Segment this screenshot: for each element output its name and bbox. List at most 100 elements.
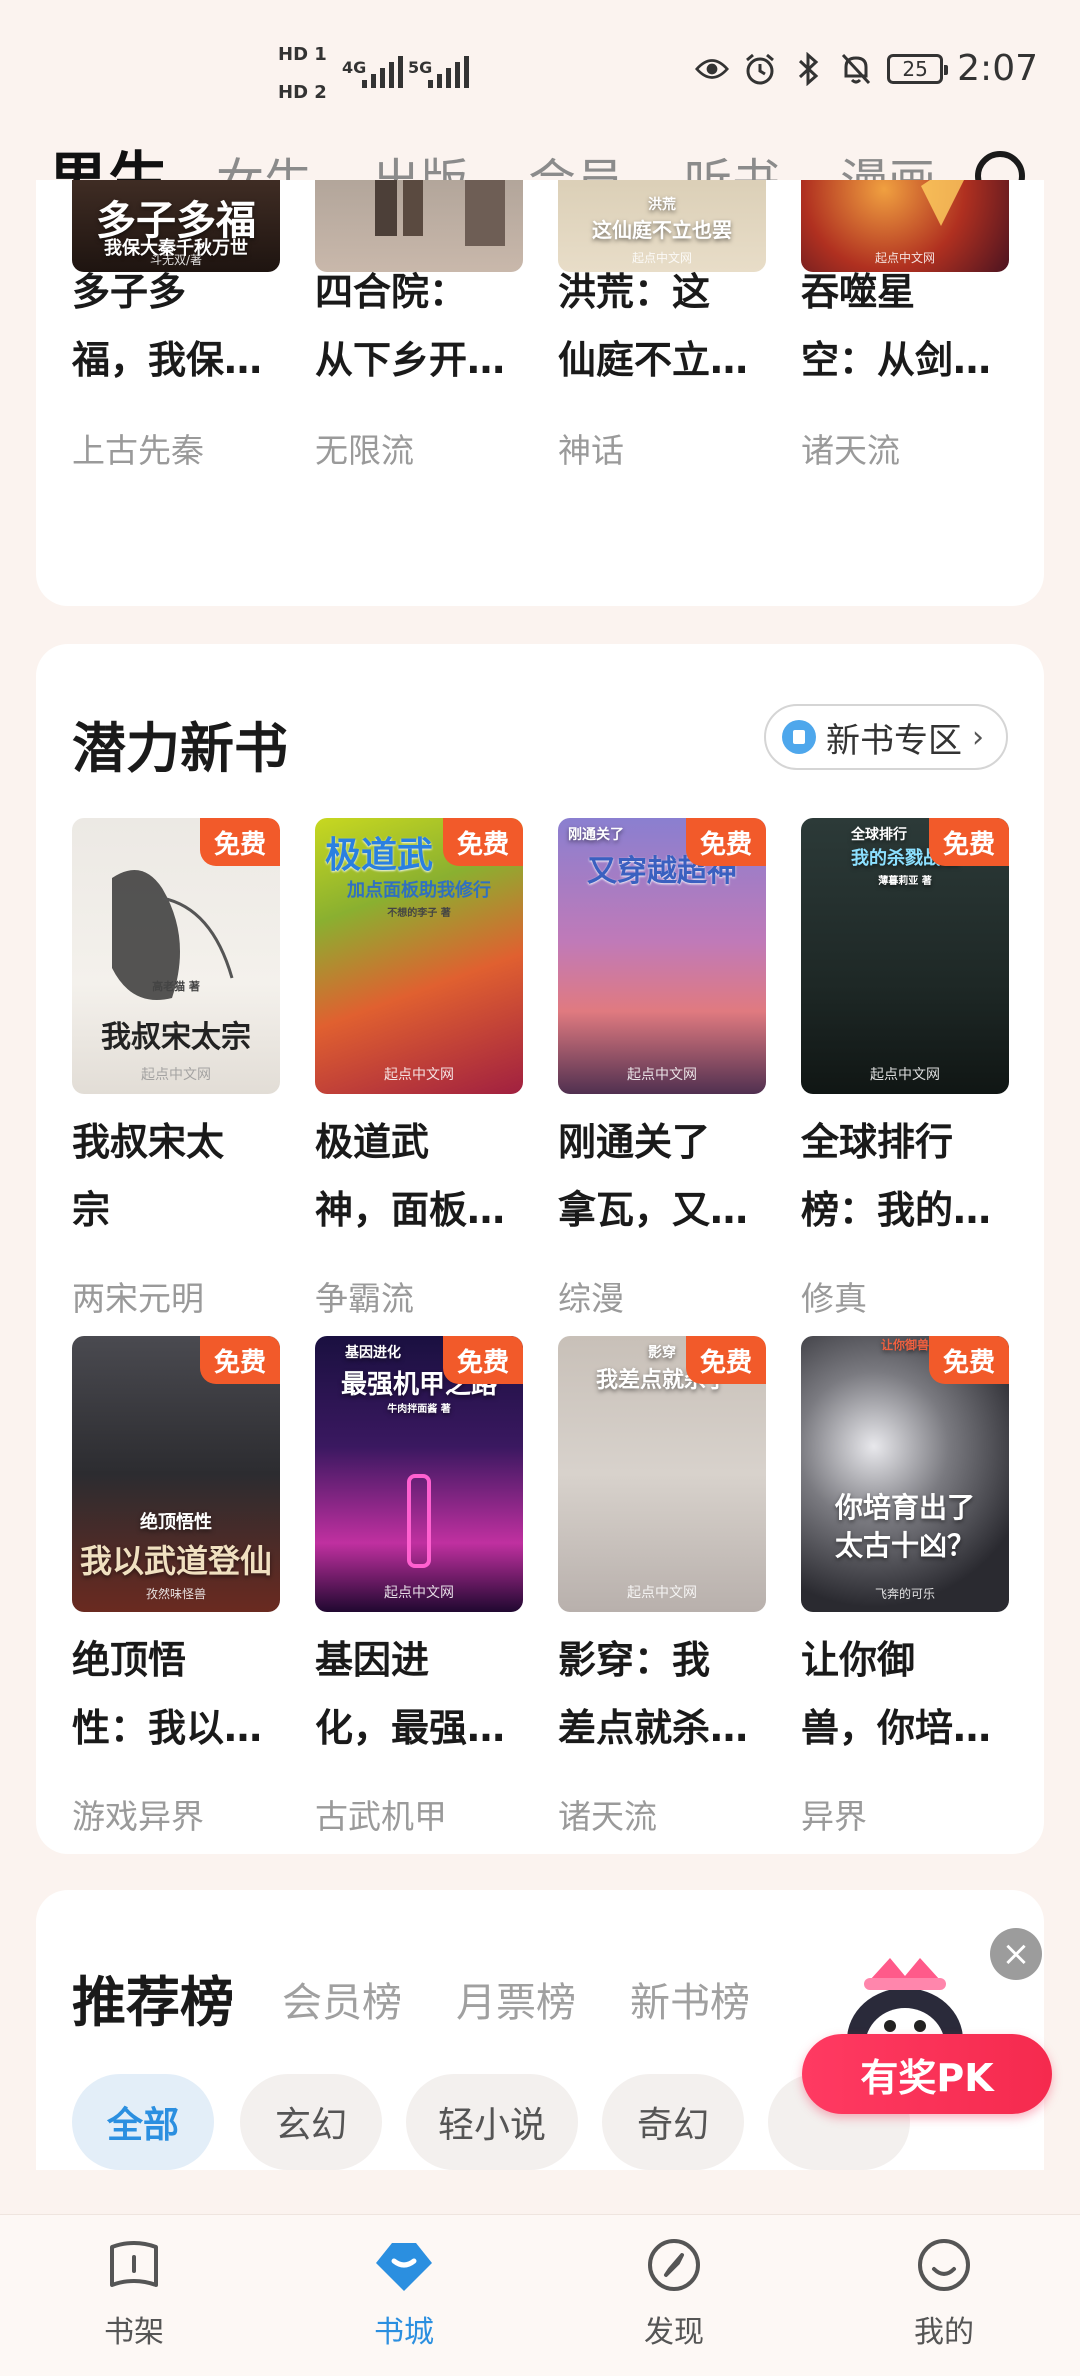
nav-profile[interactable]: 我的 xyxy=(864,2233,1024,2351)
book-title: 洪荒：这 仙庭不立… xyxy=(558,270,749,382)
promo-pk-button[interactable]: 有奖PK xyxy=(802,2034,1052,2114)
book-cover[interactable]: 基因进化 最强机甲之路 牛肉拌面酱 著 起点中文网 免费 xyxy=(315,1336,523,1612)
cover-publisher: 起点中文网 xyxy=(384,1067,454,1083)
chevron-right-icon: › xyxy=(972,719,984,755)
book-title: 让你御 兽，你培… xyxy=(801,1638,992,1750)
book-title: 吞噬星 空：从剑… xyxy=(801,270,992,382)
bluetooth-icon xyxy=(791,51,825,86)
cover-title: 你培育出了 xyxy=(834,1491,975,1524)
cover-author: 飞奔的可乐 xyxy=(874,1587,935,1601)
cover-subtitle: 绝顶悟性 xyxy=(140,1512,212,1533)
bookshelf-icon xyxy=(110,2241,158,2287)
book-grid-card: 多子多福 我保大秦千秋万世 斗无双/著 多子多 福，我保… 上古先秦 四合院： 从下… xyxy=(36,180,1044,606)
alarm-icon xyxy=(743,52,777,86)
hd2-indicator: HD 2 xyxy=(278,82,327,103)
book-title: 极道武 神，面板… xyxy=(315,1120,506,1232)
bookstore-icon xyxy=(376,2243,432,2291)
nav-label: 书架 xyxy=(104,2315,164,2350)
free-badge: 免费 xyxy=(686,1336,766,1384)
app-screen: HD 1 HD 2 4G 5G 25 2:07 男 xyxy=(0,0,1080,2376)
book-title: 四合院： 从下乡开… xyxy=(315,270,506,382)
book-genre: 争霸流 xyxy=(315,1279,414,1318)
nav-bookshelf[interactable]: 书架 xyxy=(54,2233,214,2351)
cover-publisher: 起点中文网 xyxy=(870,1067,940,1083)
battery-icon: 25 xyxy=(887,53,949,84)
chip-fantasy[interactable]: 奇幻 xyxy=(602,2074,744,2170)
free-badge: 免费 xyxy=(929,1336,1009,1384)
book-cover[interactable]: 极道武 加点面板助我修行 不想的李子 著 起点中文网 免费 xyxy=(315,818,523,1094)
book-title: 我叔宋太宗 xyxy=(72,1120,225,1232)
nav-discover[interactable]: 发现 xyxy=(594,2233,754,2351)
mute-icon xyxy=(839,52,873,86)
bottom-navigation: 书架 书城 发现 我的 xyxy=(0,2214,1080,2376)
cover-publisher: 起点中文网 xyxy=(627,1067,697,1083)
nav-bookstore[interactable]: 书城 xyxy=(324,2233,484,2351)
signal-icon-2 xyxy=(428,56,469,88)
nav-label: 我的 xyxy=(914,2315,974,2350)
tab-vip-rank[interactable]: 会员榜 xyxy=(282,1970,402,2028)
book-title: 刚通关了 拿瓦，又… xyxy=(558,1120,749,1232)
signal-icon xyxy=(362,56,403,88)
book-cover[interactable]: 绝顶悟性 我以武道登仙 孜然味怪兽 免费 xyxy=(72,1336,280,1612)
book-title: 多子多 福，我保… xyxy=(72,270,263,382)
cover-author: 高老猫 著 xyxy=(152,980,200,993)
book-genre: 综漫 xyxy=(558,1279,624,1318)
compass-icon xyxy=(648,2239,700,2291)
book-genre: 上古先秦 xyxy=(72,431,204,470)
book-genre: 诸天流 xyxy=(558,1797,657,1836)
status-icons: 25 2:07 xyxy=(695,48,1038,89)
profile-icon xyxy=(918,2239,970,2291)
nav-label: 书城 xyxy=(374,2315,434,2350)
hd1-indicator: HD 1 xyxy=(278,44,327,65)
cover-title: 我叔宋太宗 xyxy=(101,1020,251,1055)
chip-light-novel[interactable]: 轻小说 xyxy=(406,2074,578,2170)
book-title: 全球排行 榜：我的… xyxy=(801,1120,992,1232)
cover-author: 不想的李子 著 xyxy=(387,908,451,919)
book-genre: 游戏异界 xyxy=(72,1797,204,1836)
new-book-icon xyxy=(782,720,816,754)
free-badge: 免费 xyxy=(443,1336,523,1384)
cover-publisher: 起点中文网 xyxy=(141,1067,211,1083)
cover-title-2: 太古十凶？ xyxy=(834,1529,975,1562)
chip-all[interactable]: 全部 xyxy=(72,2074,214,2170)
zone-button-label: 新书专区 xyxy=(826,720,962,761)
book-title: 基因进 化，最强… xyxy=(315,1638,506,1750)
book-cover[interactable]: 全球排行 我的杀戮战绩 薄暮莉亚 著 起点中文网 免费 xyxy=(801,818,1009,1094)
tab-monthly-rank[interactable]: 月票榜 xyxy=(456,1970,576,2028)
book-genre: 异界 xyxy=(801,1797,867,1836)
ranking-title[interactable]: 推荐榜 xyxy=(72,1958,234,2037)
free-badge: 免费 xyxy=(686,818,766,866)
tab-new-book-rank[interactable]: 新书榜 xyxy=(630,1970,750,2028)
book-genre: 神话 xyxy=(558,431,624,470)
nav-label: 发现 xyxy=(644,2315,704,2350)
book-cover[interactable]: 我叔宋太宗 高老猫 著 起点中文网 免费 xyxy=(72,818,280,1094)
eye-icon xyxy=(695,52,730,86)
clock: 2:07 xyxy=(957,48,1038,89)
book-title: 影穿：我 差点就杀… xyxy=(558,1638,749,1750)
cover-author: 薄暮莉亚 著 xyxy=(878,876,932,887)
book-cover[interactable]: 刚通关了 又穿越超神 起点中文网 免费 xyxy=(558,818,766,1094)
book-title: 绝顶悟 性：我以… xyxy=(72,1638,263,1750)
cover-author: 孜然味怪兽 xyxy=(145,1587,206,1601)
free-badge: 免费 xyxy=(443,818,523,866)
chip-xuanhuan[interactable]: 玄幻 xyxy=(240,2074,382,2170)
book-genre: 无限流 xyxy=(315,431,414,470)
book-genre: 古武机甲 xyxy=(315,1797,447,1836)
free-badge: 免费 xyxy=(929,818,1009,866)
book-cover[interactable]: 让你御兽 你培育出了 太古十凶？ 飞奔的可乐 免费 xyxy=(801,1336,1009,1612)
promo-float[interactable]: × 有奖PK xyxy=(780,1920,1080,2160)
book-genre: 两宋元明 xyxy=(72,1279,204,1318)
cover-subtitle: 加点面板助我修行 xyxy=(347,880,491,901)
section-title: 潜力新书 xyxy=(72,717,288,780)
book-genre: 修真 xyxy=(801,1279,867,1318)
new-books-zone-button[interactable]: 新书专区 › xyxy=(764,704,1008,770)
cover-title: 我以武道登仙 xyxy=(79,1542,272,1580)
status-bar: HD 1 HD 2 4G 5G 25 2:07 xyxy=(0,0,1080,140)
free-badge: 免费 xyxy=(200,818,280,866)
free-badge: 免费 xyxy=(200,1336,280,1384)
book-cover[interactable]: 影穿 我差点就杀了 起点中文网 免费 xyxy=(558,1336,766,1612)
cover-title: 这仙庭不立也罢 xyxy=(592,218,732,242)
cover-publisher: 起点中文网 xyxy=(384,1585,454,1601)
cover-subtitle: 洪荒 xyxy=(648,197,676,213)
promo-close-button[interactable]: × xyxy=(990,1928,1042,1980)
